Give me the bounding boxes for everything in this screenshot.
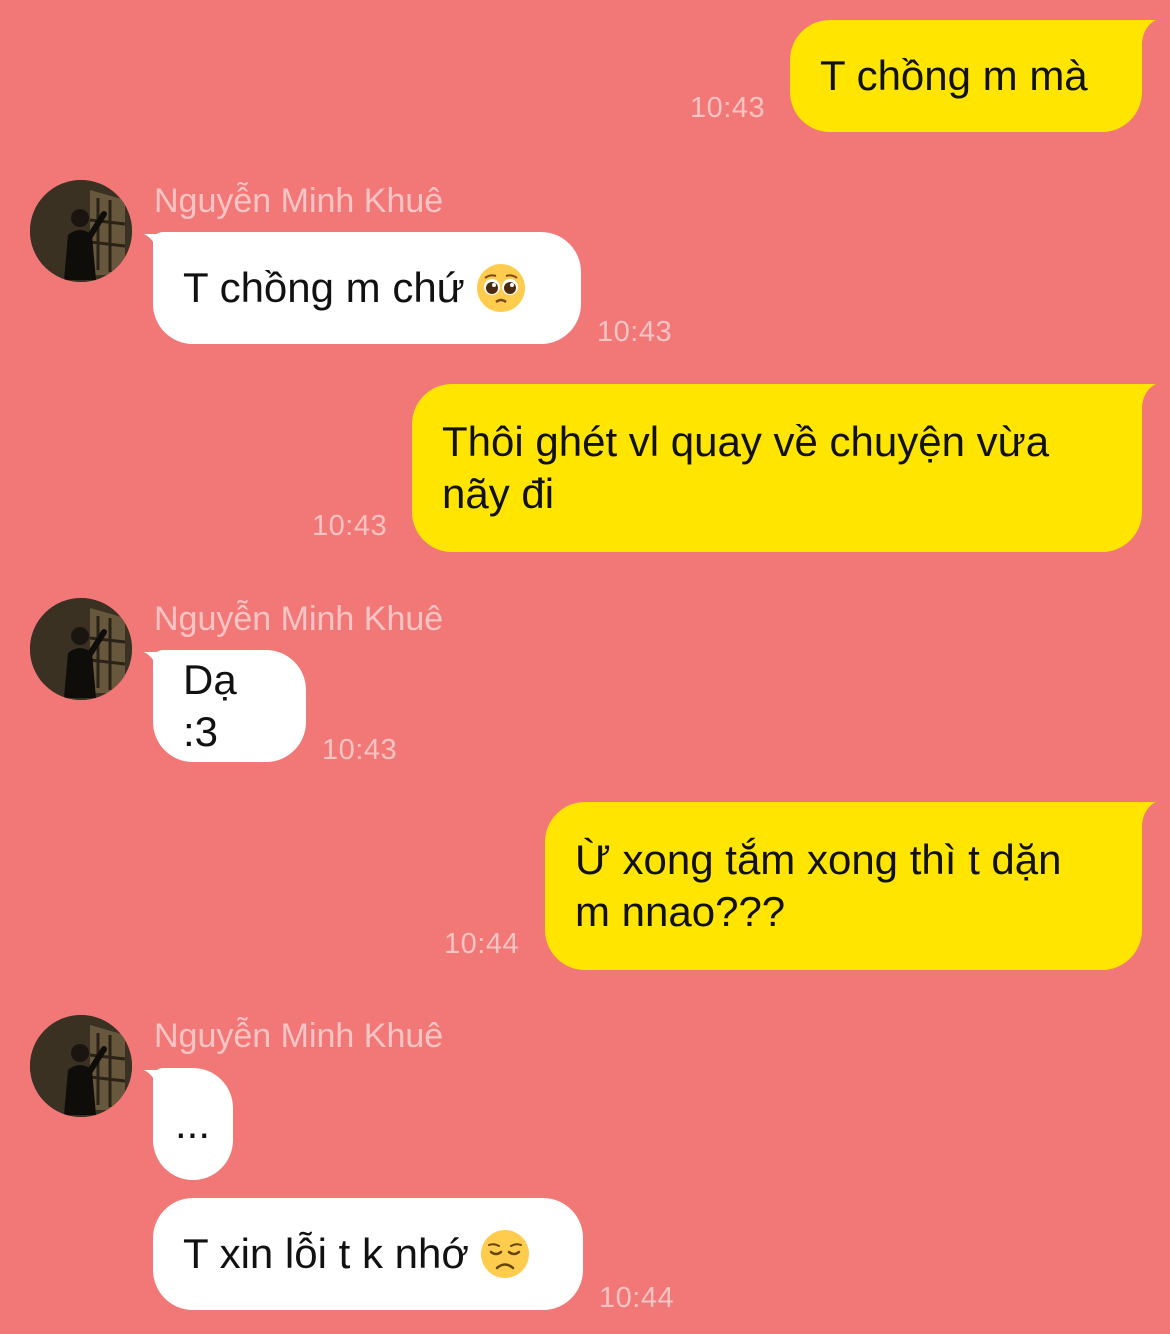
avatar[interactable] [30, 598, 132, 700]
message-bubble[interactable]: T xin lỗi t k nhớ [153, 1198, 583, 1310]
message-timestamp: 10:43 [597, 316, 673, 348]
message-bubble[interactable]: Ừ xong tắm xong thì t dặn m nnao??? [545, 802, 1142, 970]
message-text: T chồng m chứ [183, 264, 465, 311]
message-text: Thôi ghét vl quay về chuyện vừa nãy đi [442, 418, 1050, 517]
message-timestamp: 10:43 [322, 734, 398, 766]
avatar[interactable] [30, 180, 132, 282]
bubble-tail [1126, 802, 1156, 824]
message-bubble[interactable]: Dạ :3 [153, 650, 306, 762]
pleading-face-emoji-icon [476, 264, 525, 312]
sender-name: Nguyễn Minh Khuê [154, 600, 444, 638]
message-bubble[interactable]: T chồng m chứ [153, 232, 581, 344]
message-timestamp: 10:43 [690, 92, 766, 124]
message-bubble[interactable]: T chồng m mà [790, 20, 1142, 132]
message-text: ... [175, 1100, 211, 1147]
avatar-photo [30, 1015, 132, 1117]
message-bubble[interactable]: ... [153, 1068, 233, 1180]
message-bubble[interactable]: Thôi ghét vl quay về chuyện vừa nãy đi [412, 384, 1142, 552]
message-text: Dạ :3 [183, 656, 249, 755]
avatar[interactable] [30, 1015, 132, 1117]
message-text: T chồng m mà [820, 52, 1088, 99]
avatar-photo [30, 180, 132, 282]
bubble-tail [1126, 384, 1156, 406]
message-timestamp: 10:44 [599, 1282, 675, 1314]
message-text: T xin lỗi t k nhớ [183, 1230, 469, 1277]
sender-name: Nguyễn Minh Khuê [154, 182, 444, 220]
disappointed-face-emoji-icon [480, 1230, 529, 1278]
message-text: Ừ xong tắm xong thì t dặn m nnao??? [575, 836, 1062, 935]
sender-name: Nguyễn Minh Khuê [154, 1017, 444, 1055]
message-timestamp: 10:44 [444, 928, 520, 960]
avatar-photo [30, 598, 132, 700]
bubble-tail [1126, 20, 1156, 42]
message-timestamp: 10:43 [312, 510, 388, 542]
